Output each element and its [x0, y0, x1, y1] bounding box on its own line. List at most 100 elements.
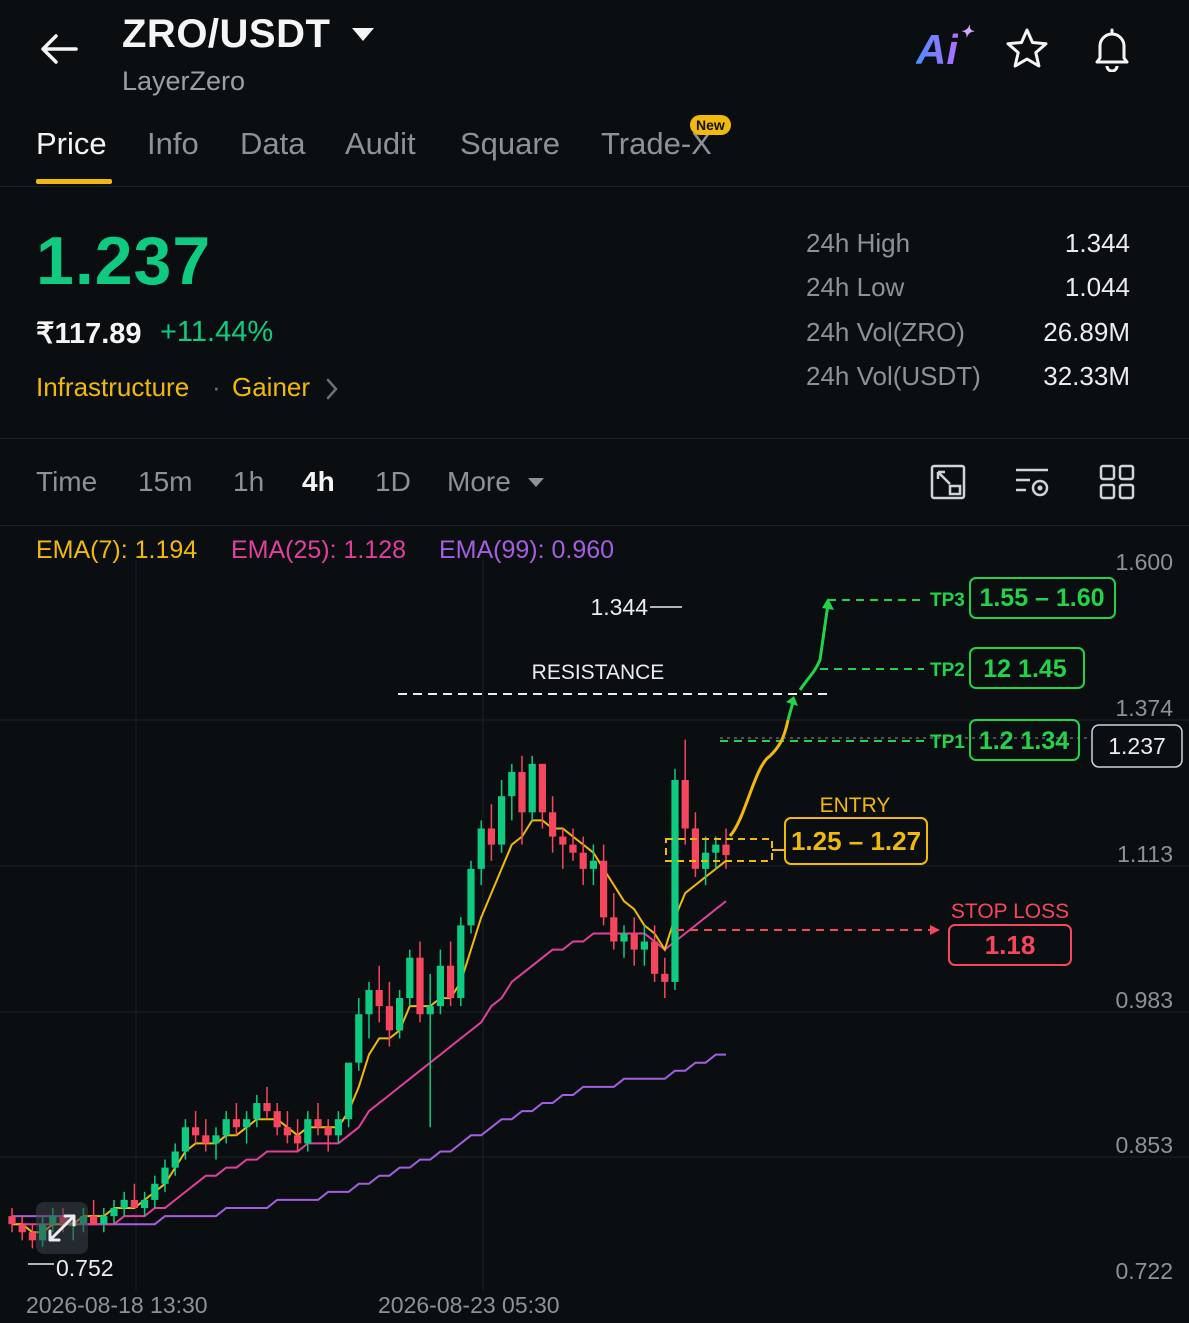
projection-path-tp3	[798, 603, 830, 691]
ema99-legend: EMA(99): 0.960	[439, 536, 615, 564]
tp1-label: TP1	[930, 732, 965, 753]
tag-separator: ·	[212, 372, 221, 402]
candle-body	[192, 1127, 200, 1136]
candle-body	[447, 965, 455, 999]
candle-body	[467, 868, 475, 926]
candle-body	[651, 941, 659, 974]
stat-label-vol-quote: 24h Vol(USDT)	[806, 361, 981, 391]
y-axis-label: 1.374	[1115, 695, 1173, 721]
tab-square[interactable]: Square	[460, 126, 560, 162]
timeframe-1d[interactable]: 1D	[375, 466, 411, 498]
candle-body	[416, 957, 424, 1015]
tab-price[interactable]: Price	[36, 126, 107, 162]
pair-title[interactable]: ZRO/USDT	[122, 12, 330, 57]
fullscreen-chart-icon[interactable]	[928, 462, 968, 502]
tp1-value: 1.2 1.34	[979, 727, 1069, 755]
timeframe-15m[interactable]: 15m	[138, 466, 192, 498]
candle-body	[681, 780, 689, 829]
candle-body	[538, 763, 546, 813]
candle-body	[620, 933, 628, 942]
ema7-legend: EMA(7): 1.194	[36, 536, 198, 564]
candle-body	[691, 828, 699, 869]
stat-label-vol-base: 24h Vol(ZRO)	[806, 317, 965, 347]
candle-body	[569, 844, 577, 853]
candle-body	[120, 1199, 128, 1209]
candle-body	[141, 1199, 149, 1209]
candle-body	[426, 1006, 434, 1015]
candle-body	[100, 1216, 108, 1225]
candle-body	[375, 989, 383, 1007]
candle-body	[324, 1127, 332, 1136]
stat-value-low: 1.044	[1064, 272, 1130, 302]
indicator-settings-icon[interactable]	[1012, 462, 1052, 502]
candle-body	[355, 1014, 363, 1063]
candle-body	[294, 1135, 302, 1144]
candle-body	[110, 1208, 118, 1217]
candle-body	[151, 1183, 159, 1200]
entry-label: ENTRY	[820, 794, 891, 817]
candle-body	[528, 763, 536, 813]
ema99-line	[12, 1053, 726, 1226]
price-alert-bell-icon[interactable]	[1088, 24, 1136, 72]
more-dropdown-caret-icon[interactable]	[528, 478, 544, 487]
candle-body	[8, 1216, 16, 1225]
tab-info[interactable]: Info	[147, 126, 199, 162]
timeframe-1h[interactable]: 1h	[233, 466, 264, 498]
time-label[interactable]: Time	[36, 466, 97, 498]
candle-body	[212, 1135, 220, 1144]
x-axis-label: 2026-08-23 05:30	[378, 1292, 560, 1318]
tab-data[interactable]: Data	[240, 126, 305, 162]
candle-body	[253, 1103, 261, 1120]
pair-dropdown-caret-icon[interactable]	[352, 28, 374, 41]
stat-value-vol-quote: 32.33M	[1043, 361, 1130, 391]
toolbar-divider	[0, 525, 1189, 526]
candle-body	[130, 1199, 138, 1209]
stat-value-high: 1.344	[1064, 228, 1130, 258]
tab-audit[interactable]: Audit	[345, 126, 416, 162]
candle-body	[181, 1127, 189, 1152]
stop-loss-label: STOP LOSS	[951, 900, 1069, 923]
stat-label-low: 24h Low	[806, 272, 905, 302]
candle-body	[477, 828, 485, 869]
tp2-value: 12 1.45	[983, 655, 1067, 683]
candle-body	[232, 1119, 240, 1128]
tab-bar: Price Info Data Audit Square Trade-X New	[0, 115, 1189, 187]
candle-body	[549, 812, 557, 837]
candle-body	[640, 941, 648, 950]
current-price-value: 1.237	[1108, 733, 1166, 759]
chevron-right-icon[interactable]	[324, 376, 340, 402]
y-axis-label: 0.853	[1115, 1132, 1173, 1158]
candle-body	[243, 1119, 251, 1128]
layout-grid-icon[interactable]	[1097, 462, 1137, 502]
favorite-star-icon[interactable]	[1004, 26, 1050, 72]
candle-body	[712, 844, 720, 853]
candle-body	[487, 828, 495, 845]
gainer-tag[interactable]: Gainer	[232, 372, 310, 403]
candle-body	[365, 989, 373, 1015]
back-arrow-icon[interactable]	[36, 26, 82, 72]
section-divider	[0, 438, 1189, 439]
timeframe-4h[interactable]: 4h	[302, 466, 335, 498]
chart-expand-button[interactable]	[36, 1202, 88, 1254]
candle-body	[579, 852, 587, 869]
candle-body	[457, 925, 465, 999]
fiat-price: ₹117.89	[36, 318, 142, 350]
candle-body	[304, 1119, 312, 1144]
candle-body	[671, 780, 679, 982]
candle-body	[396, 998, 404, 1031]
candle-body	[498, 796, 506, 845]
tp2-label: TP2	[930, 660, 965, 681]
x-axis-label: 2026-08-18 13:30	[26, 1292, 208, 1318]
candle-body	[345, 1062, 353, 1120]
projection-path-tp1	[786, 701, 795, 721]
candle-body	[283, 1127, 291, 1136]
tp3-label: TP3	[930, 590, 965, 611]
ai-assistant-icon[interactable]: Ai ✦	[916, 24, 973, 74]
candle-body	[385, 1006, 393, 1031]
candle-body	[28, 1232, 36, 1241]
candle-body	[406, 957, 414, 999]
candlestick-chart[interactable]: 1.600 1.374 1.113 0.983 0.853 0.722 2026-08-18…	[0, 530, 1189, 1323]
category-tag[interactable]: Infrastructure	[36, 372, 189, 403]
timeframe-more[interactable]: More	[447, 466, 511, 498]
candle-body	[202, 1135, 210, 1144]
